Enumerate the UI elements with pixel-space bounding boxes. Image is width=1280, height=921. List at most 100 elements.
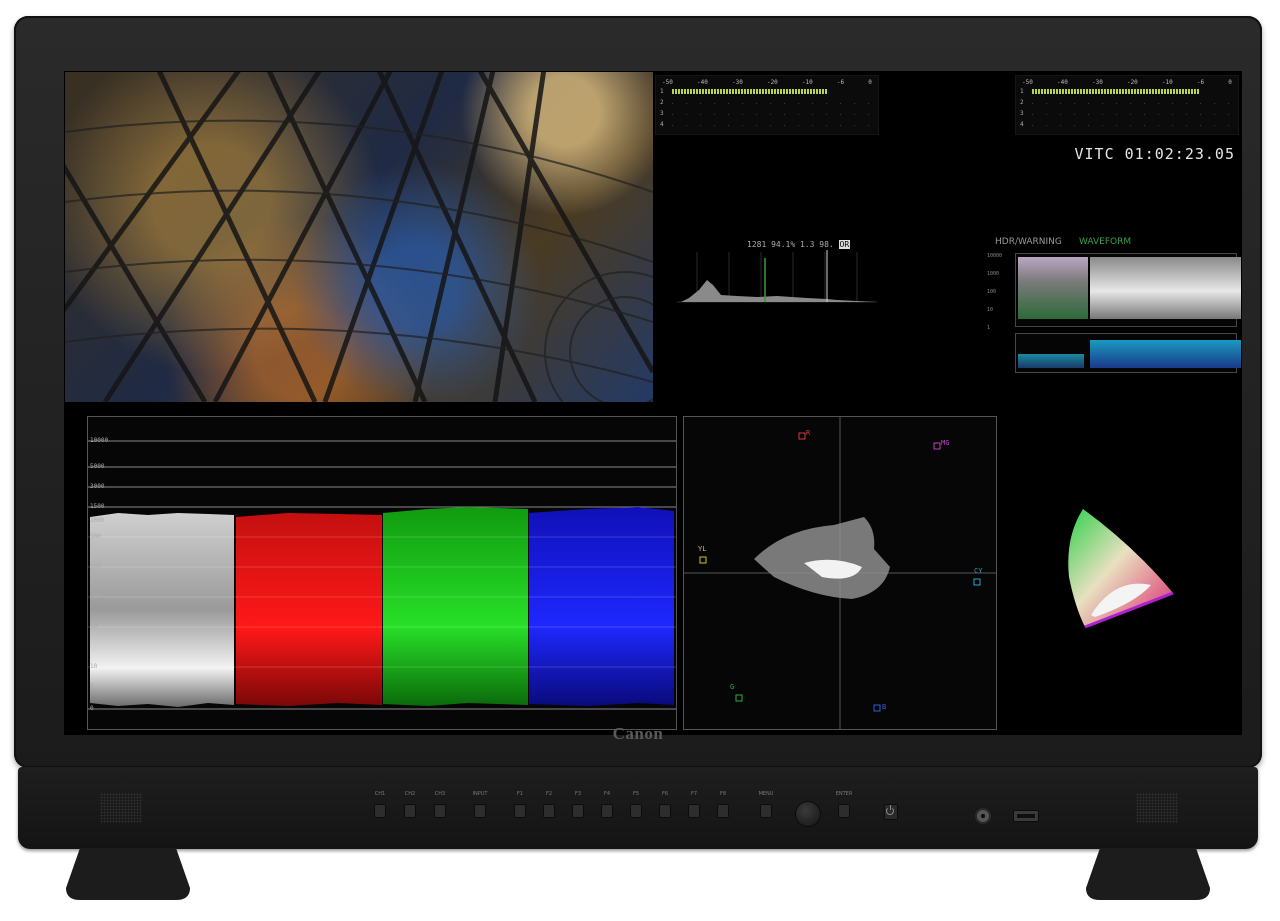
stand-foot-left — [66, 848, 190, 900]
f1-button[interactable] — [514, 804, 526, 818]
false-color-lower-graph — [1015, 333, 1241, 373]
false-color-graph-left — [1018, 257, 1088, 319]
waveform-scale-label: 10 — [90, 663, 98, 670]
ctrl-label: CH1 — [374, 791, 386, 797]
ctrl-label: CH3 — [434, 791, 446, 797]
waveform-plot — [88, 440, 676, 710]
audio-row-line — [672, 114, 872, 115]
histogram-plot — [677, 250, 877, 303]
ctrl-label: F7 — [690, 791, 698, 797]
menu-button[interactable] — [760, 804, 772, 818]
audio-scale-label: -6 — [1196, 79, 1205, 86]
vectorscope-target-label: B — [882, 703, 887, 711]
ctrl-label: ENTER — [835, 791, 853, 797]
vectorscope-target-label: YL — [698, 545, 707, 553]
false-color-graph-right — [1090, 257, 1241, 319]
audio-level-bar — [1032, 89, 1200, 94]
audio-channel-label: 2 — [1020, 99, 1024, 106]
rgb-parade-waveform: 10000 5000 3000 1500 1000 500 300 100 50… — [87, 416, 677, 730]
waveform-scale-label: 500 — [90, 533, 101, 540]
headphone-jack-icon — [977, 810, 989, 822]
false-color-upper-graph — [1015, 253, 1241, 327]
brand-logo: Canon — [612, 724, 664, 743]
audio-scale-label: 0 — [868, 79, 872, 86]
vectorscope-target-label: G — [730, 683, 735, 691]
vectorscope-target-label: MG — [941, 439, 950, 447]
navigation-joystick[interactable] — [796, 802, 820, 826]
audio-scale-label: -10 — [801, 79, 813, 86]
stained-glass-lattice — [65, 72, 653, 402]
input-button[interactable] — [474, 804, 486, 818]
ctrl-label: MENU — [758, 791, 774, 797]
ctrl-label: F8 — [719, 791, 727, 797]
f7-button[interactable] — [688, 804, 700, 818]
f8-button[interactable] — [717, 804, 729, 818]
audio-channel-label: 1 — [1020, 88, 1024, 95]
audio-scale-label: -50 — [662, 79, 673, 86]
waveform-scale-label: 10000 — [90, 437, 109, 444]
stand-foot-right — [1086, 848, 1210, 900]
ch2-button[interactable] — [404, 804, 416, 818]
audio-meter-left: -50 -40 -30 -20 -10 -6 0 1 2 3 4 — [655, 75, 879, 135]
waveform-scale-label: 1500 — [90, 503, 105, 510]
audio-channel-label: 2 — [660, 99, 664, 106]
audio-scale-label: -20 — [1126, 79, 1138, 86]
f4-button[interactable] — [601, 804, 613, 818]
ch3-button[interactable] — [434, 804, 446, 818]
false-color-title-right: WAVEFORM — [1079, 237, 1132, 247]
monitor-bezel: -50 -40 -30 -20 -10 -6 0 1 2 3 4 -50 -40… — [14, 16, 1262, 768]
f2-button[interactable] — [543, 804, 555, 818]
speaker-grille-right — [1136, 793, 1178, 823]
false-color-lower-left — [1018, 354, 1084, 368]
power-button[interactable] — [884, 804, 898, 820]
false-color-scale-label: 100 — [987, 289, 997, 295]
audio-channel-label: 4 — [660, 121, 664, 128]
audio-scale-label: -6 — [836, 79, 845, 86]
ctrl-label: F3 — [574, 791, 582, 797]
enter-button[interactable] — [838, 804, 850, 818]
waveform-scale-label: 5 — [90, 683, 94, 690]
waveform-scale-label: 3000 — [90, 483, 105, 490]
ctrl-label: F5 — [632, 791, 640, 797]
audio-scale-label: 0 — [1228, 79, 1232, 86]
f6-button[interactable] — [659, 804, 671, 818]
audio-row-line — [672, 125, 872, 126]
waveform-scale-label: 300 — [90, 563, 101, 570]
audio-row-line — [1032, 114, 1232, 115]
audio-scale-label: -10 — [1161, 79, 1173, 86]
timecode-display: VITC 01:02:23.05 — [1074, 145, 1235, 163]
audio-scale-label: -30 — [1091, 79, 1103, 86]
audio-scale-label: -50 — [1022, 79, 1033, 86]
ch1-button[interactable] — [374, 804, 386, 818]
gamut-plot — [1068, 509, 1174, 629]
waveform-scale-label: 100 — [90, 593, 101, 600]
audio-meter-right: -50 -40 -30 -20 -10 -6 0 1 2 3 4 — [1015, 75, 1239, 135]
false-color-title-left: HDR/WARNING — [995, 237, 1062, 247]
f5-button[interactable] — [630, 804, 642, 818]
audio-channel-label: 4 — [1020, 121, 1024, 128]
audio-row-line — [1032, 125, 1232, 126]
audio-channel-label: 3 — [660, 110, 664, 117]
false-color-scale-label: 10000 — [987, 253, 1003, 259]
waveform-scale-label: 0 — [90, 705, 94, 712]
vectorscope: R MG YL CY G B — [683, 416, 997, 730]
audio-channel-label: 3 — [1020, 110, 1024, 117]
ctrl-label: F4 — [603, 791, 611, 797]
false-color-scale-label: 1 — [987, 325, 991, 331]
audio-scale-label: -40 — [696, 79, 708, 86]
histogram-title-highlight: OR — [838, 240, 851, 249]
audio-scale-label: -40 — [1056, 79, 1068, 86]
audio-scale-label: -30 — [731, 79, 743, 86]
ctrl-label: F1 — [516, 791, 524, 797]
f3-button[interactable] — [572, 804, 584, 818]
hdr-false-color-panel: HDR/WARNING WAVEFORM 10000 1000 100 10 1 — [987, 237, 1241, 377]
audio-channel-label: 1 — [660, 88, 664, 95]
audio-level-bar — [672, 89, 828, 94]
vectorscope-target-label: R — [806, 429, 811, 437]
speaker-grille-left — [100, 793, 142, 823]
ctrl-label: F2 — [545, 791, 553, 797]
ctrl-label: CH2 — [404, 791, 416, 797]
audio-scale-label: -20 — [766, 79, 778, 86]
stained-glass-video-feed — [65, 72, 653, 402]
cie-gamut-diagram — [1055, 497, 1185, 637]
